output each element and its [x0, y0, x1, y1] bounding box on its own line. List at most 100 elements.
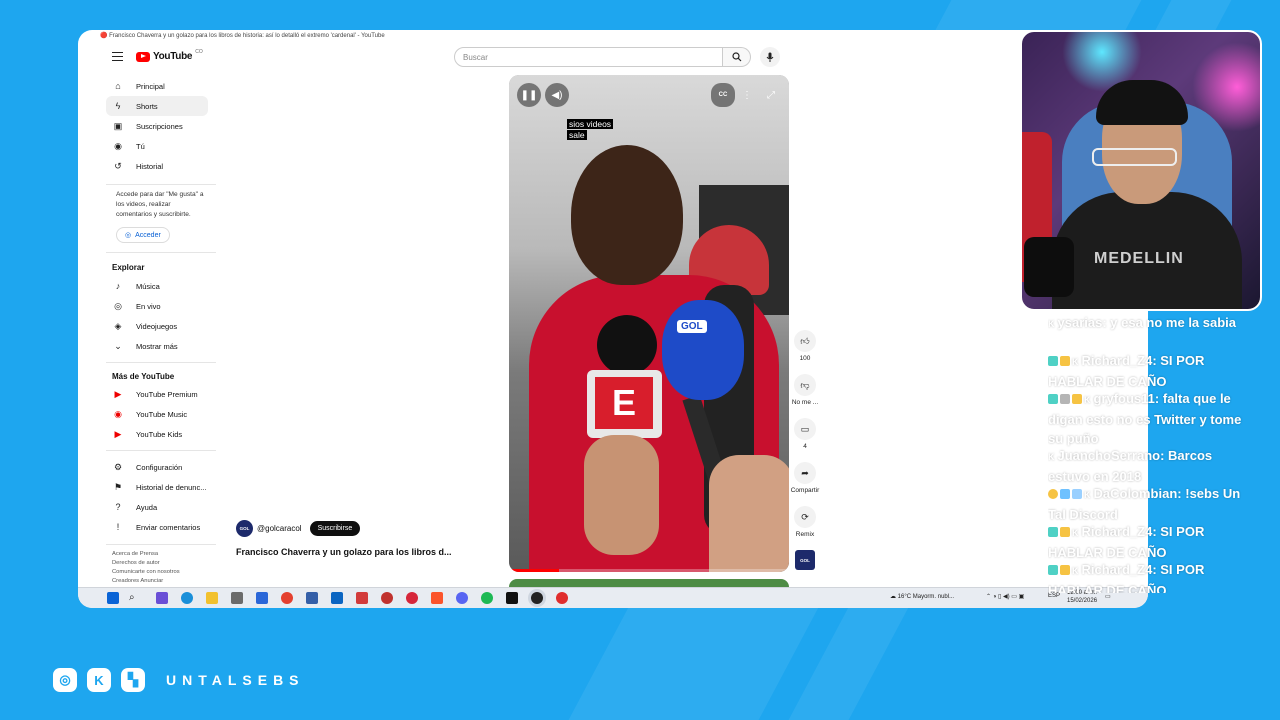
app-icon[interactable] [381, 592, 393, 604]
badge-icon [1048, 565, 1058, 575]
video-progress-bar[interactable] [509, 569, 789, 572]
notifications-icon[interactable]: ▭ [1105, 593, 1111, 600]
streamer-handle: UNTALSEBS [166, 672, 305, 688]
desktop-screen: 🔴 Francisco Chaverra y un golazo para lo… [78, 30, 1148, 608]
video-frame-hand [584, 435, 659, 555]
search-icon[interactable]: ⌕ [129, 592, 141, 604]
sidebar-item-youtube-kids[interactable]: ▶ YouTube Kids [106, 424, 208, 444]
browser-tab-title[interactable]: 🔴 Francisco Chaverra y un golazo para lo… [100, 32, 385, 39]
menu-icon[interactable] [112, 52, 123, 64]
fullscreen-icon[interactable]: ⤢ [759, 83, 783, 107]
language-indicator[interactable]: ESP [1048, 593, 1060, 599]
channel-info: GOL @golcaracol Suscribirse [236, 520, 361, 537]
sidebar-item-youtube-music[interactable]: ◉ YouTube Music [106, 404, 208, 424]
sidebar-item-historial-denuncias[interactable]: ⚑ Historial de denunc... [106, 477, 208, 497]
video-title[interactable]: Francisco Chaverra y un golazo para los … [236, 547, 452, 557]
sidebar-item-ayuda[interactable]: ? Ayuda [106, 497, 208, 517]
more-options-icon[interactable]: ⋮ [735, 83, 759, 107]
sidebar-item-shorts[interactable]: ϟ Shorts [106, 96, 208, 116]
obs-icon[interactable] [531, 592, 543, 604]
sidebar-item-en-vivo[interactable]: ◎ En vivo [106, 296, 208, 316]
stream-chat: Kysarias: y esa no me la sabia K Richard_… [1048, 313, 1280, 593]
badge-icon [1048, 394, 1058, 404]
instagram-icon[interactable]: ◎ [53, 668, 77, 692]
thumbs-down-icon: 👎︎ [794, 374, 816, 396]
chat-message: Kgryfous11: falta que le digan esto no e… [1048, 391, 1242, 446]
webcam-person-glasses [1092, 148, 1177, 166]
sidebar-item-historial[interactable]: ↺ Historial [106, 156, 208, 176]
badge-icon [1060, 489, 1070, 499]
windows-start-icon[interactable] [107, 592, 119, 604]
microphone-icon[interactable] [760, 47, 780, 67]
edge-icon[interactable] [181, 592, 193, 604]
opera-icon[interactable] [406, 592, 418, 604]
like-button[interactable]: 👍︎ 100 [790, 330, 820, 362]
chat-message: K DaColombian: !sebs Un Tal Discord [1048, 486, 1241, 522]
youtube-kids-icon: ▶ [114, 428, 122, 439]
search-icon[interactable] [723, 47, 751, 67]
badge-icon [1048, 527, 1058, 537]
sidebar-item-configuracion[interactable]: ⚙ Configuración [106, 457, 208, 477]
discord-icon[interactable] [456, 592, 468, 604]
sidebar-item-tu[interactable]: ◉ Tú [106, 136, 208, 156]
weather-widget[interactable]: ☁ 16°C Mayorm. nubl... [890, 593, 954, 600]
comment-icon: ▭ [794, 418, 816, 440]
spotify-icon[interactable] [481, 592, 493, 604]
sidebar-item-suscripciones[interactable]: ▣ Suscripciones [106, 116, 208, 136]
tiktok-icon[interactable] [506, 592, 518, 604]
volume-icon[interactable]: ◀) [545, 83, 569, 107]
pause-icon[interactable]: ❚❚ [517, 83, 541, 107]
sidebar-item-mostrar-mas[interactable]: ⌄ Mostrar más [106, 336, 208, 356]
kick-icon: K [1072, 528, 1079, 538]
comments-button[interactable]: ▭ 4 [790, 418, 820, 450]
copilot-icon[interactable] [156, 592, 168, 604]
chrome-icon[interactable] [281, 592, 293, 604]
signin-button[interactable]: ◎ Acceder [116, 227, 170, 243]
sidebar-item-youtube-premium[interactable]: ▶ YouTube Premium [106, 384, 208, 404]
remix-button[interactable]: ⟳ Remix [790, 506, 820, 538]
youtube-premium-icon: ▶ [114, 388, 122, 399]
history-icon: ↺ [114, 160, 122, 171]
calculator-icon[interactable] [231, 592, 243, 604]
youtube-play-icon [136, 51, 150, 62]
sidebar-item-videojuegos[interactable]: ◈ Videojuegos [106, 316, 208, 336]
store-icon[interactable] [256, 592, 268, 604]
signin-prompt: Accede para dar "Me gusta" a los videos,… [116, 191, 204, 218]
subscribe-button[interactable]: Suscribirse [309, 521, 361, 536]
audio-thumbnail[interactable]: GOL [790, 550, 820, 570]
kick-icon: K [1084, 395, 1091, 405]
search-input[interactable]: Buscar [454, 47, 723, 67]
gaming-icon: ◈ [114, 320, 122, 331]
system-tray-icons[interactable]: ⌃ ◑ ▯ ◀) ▭ ▣ [986, 593, 1024, 600]
kick-icon[interactable]: K [87, 668, 111, 692]
chat-message: Kysarias: y esa no me la sabia [1048, 313, 1248, 334]
brave-icon[interactable] [431, 592, 443, 604]
outlook-icon[interactable] [331, 592, 343, 604]
sidebar-item-musica[interactable]: ♪ Música [106, 276, 208, 296]
video-frame-face [571, 145, 683, 285]
twitch-icon[interactable]: ▚ [121, 668, 145, 692]
app-icon[interactable] [306, 592, 318, 604]
sidebar-item-principal[interactable]: ⌂ Principal [106, 76, 208, 96]
crown-icon [1060, 565, 1070, 575]
app-icon[interactable] [556, 592, 568, 604]
channel-avatar[interactable]: GOL [236, 520, 253, 537]
crown-icon [1072, 394, 1082, 404]
badge-icon [1072, 489, 1082, 499]
divider [106, 184, 216, 185]
sidebar-item-enviar-comentarios[interactable]: ! Enviar comentarios [106, 517, 208, 537]
share-button[interactable]: ➦ Compartir [790, 462, 820, 494]
flag-icon: ⚑ [113, 481, 123, 492]
live-icon: ◎ [114, 300, 122, 311]
app-icon[interactable] [356, 592, 368, 604]
channel-name[interactable]: @golcaracol [257, 524, 302, 533]
short-video-player[interactable]: E GOL sios videos sale ❚❚ ◀) CC ⋮ ⤢ [509, 75, 789, 572]
youtube-logo[interactable]: YouTube CO [136, 49, 203, 62]
share-icon: ➦ [794, 462, 816, 484]
captions-icon[interactable]: CC [711, 83, 735, 107]
windows-taskbar: ⌕ ☁ 16°C Mayorm. nubl... ⌃ ◑ ▯ ◀) ▭ ▣ ES… [78, 587, 1148, 608]
dislike-button[interactable]: 👎︎ No me ... [790, 374, 820, 406]
file-explorer-icon[interactable] [206, 592, 218, 604]
badge-icon [1060, 394, 1070, 404]
footer-links[interactable]: Acerca de Prensa Derechos de autor Comun… [112, 550, 207, 586]
